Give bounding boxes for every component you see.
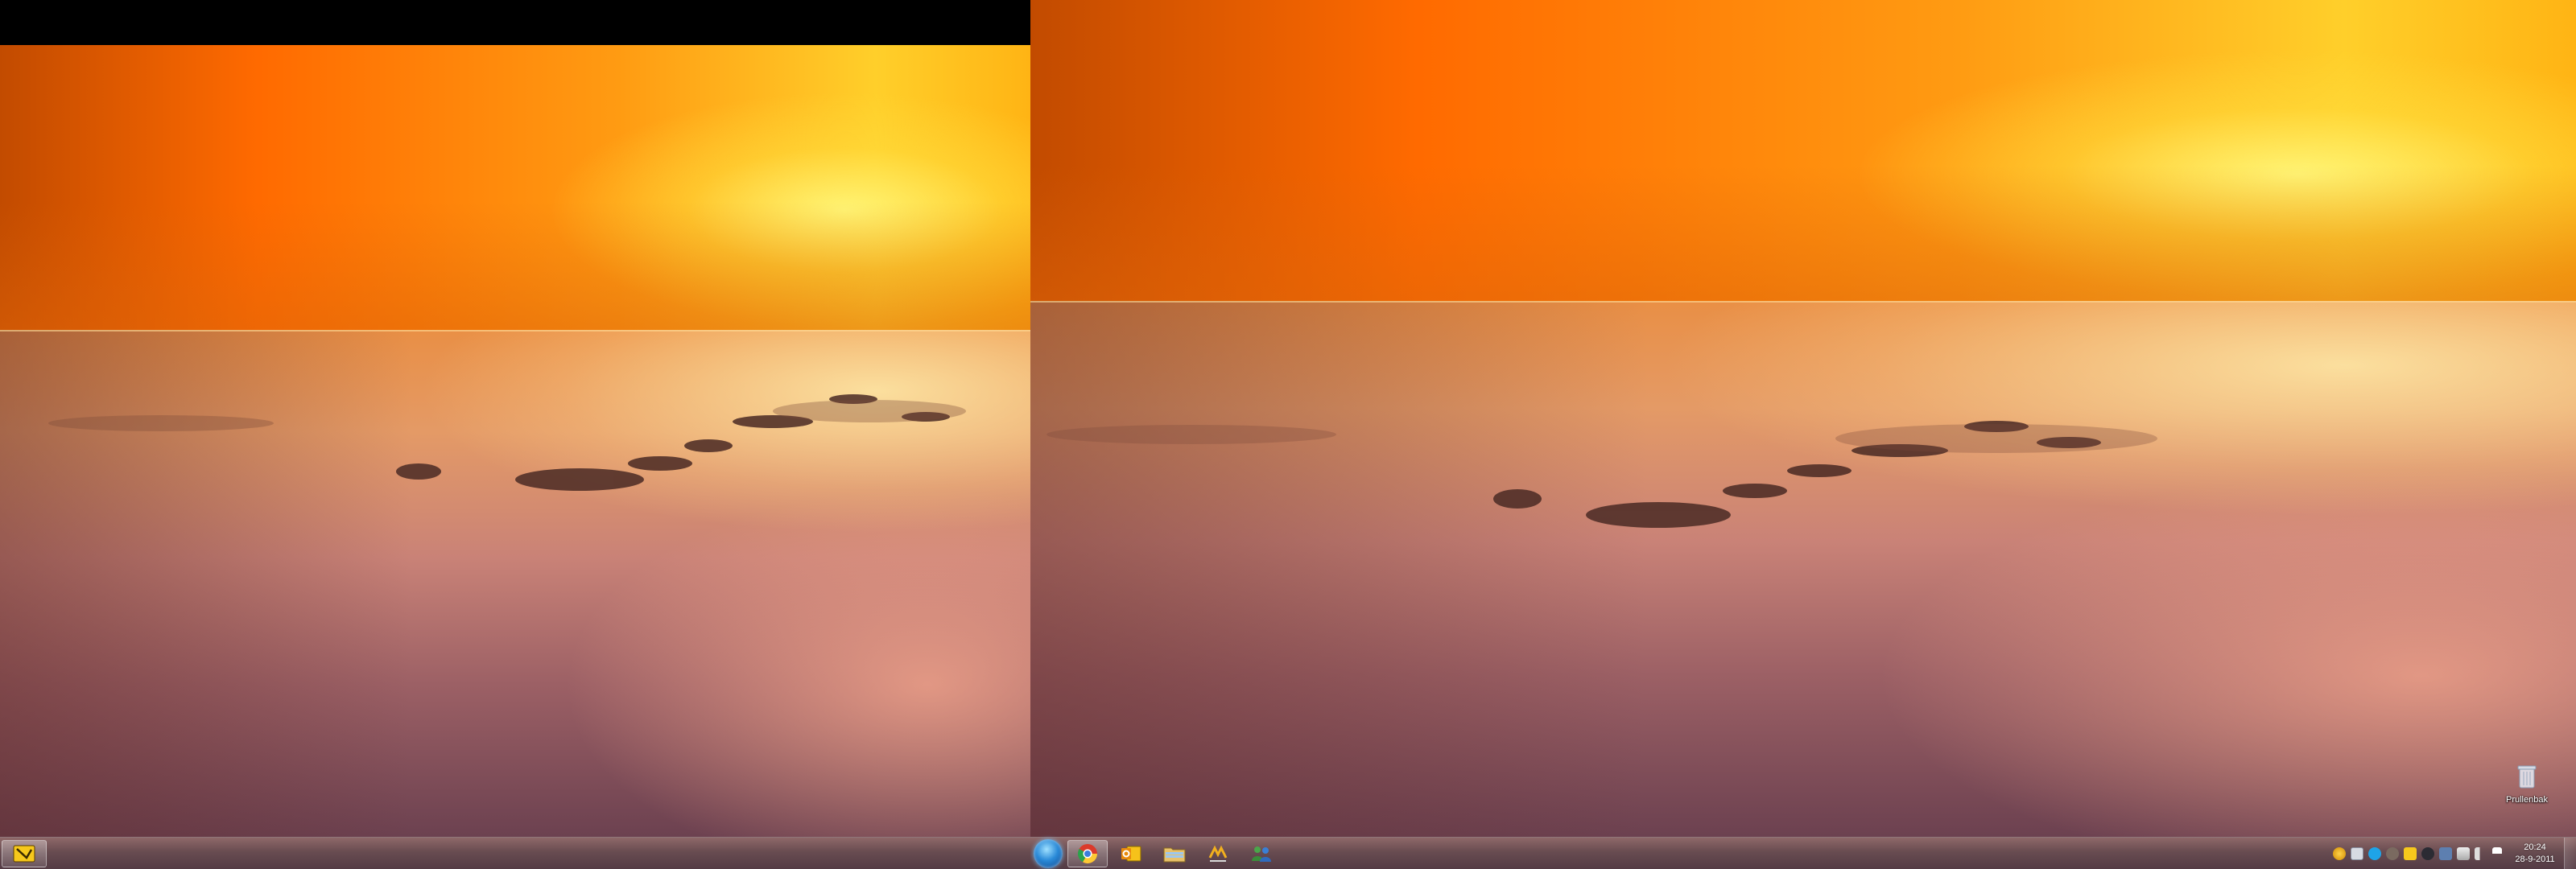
- winamp-icon: [1208, 845, 1228, 862]
- desktop-wallpaper: [0, 45, 1030, 837]
- left-monitor: [0, 0, 1030, 869]
- taskbar-left: [0, 837, 1030, 869]
- skype-icon[interactable]: [2368, 847, 2381, 860]
- right-monitor: Prullenbak 20:24 28-9-2011: [1030, 0, 2576, 869]
- chrome-icon: [1077, 844, 1097, 864]
- taskbar-clock[interactable]: 20:24 28-9-2011: [2509, 842, 2561, 866]
- action-center-flag-icon[interactable]: [2492, 847, 2502, 860]
- taskbar-right: 20:24 28-9-2011: [1030, 837, 2576, 869]
- windows-start-orb-icon[interactable]: [1034, 839, 1063, 868]
- system-tray: 20:24 28-9-2011: [2330, 838, 2576, 869]
- wallpaper-rocks: [1046, 421, 2157, 528]
- recycle-bin-icon: [2517, 765, 2537, 789]
- file-explorer-icon: [1163, 847, 1186, 863]
- desktop-icon-recycle-bin[interactable]: Prullenbak: [2499, 764, 2555, 805]
- speaker-icon[interactable]: [2475, 847, 2487, 860]
- sticky-note-icon[interactable]: [2404, 847, 2417, 860]
- clock-time: 20:24: [2524, 842, 2546, 852]
- network-icon[interactable]: [2351, 847, 2363, 860]
- display-icon[interactable]: [2439, 847, 2452, 860]
- outlook-button[interactable]: [1111, 840, 1151, 867]
- wallpaper-rocks: [48, 394, 966, 491]
- notes-app-icon: [13, 845, 35, 863]
- show-desktop-button[interactable]: [2564, 838, 2576, 869]
- messenger-icon: [1252, 846, 1271, 862]
- chrome-button[interactable]: [1067, 840, 1108, 867]
- clock-date: 28-9-2011: [2515, 855, 2555, 864]
- volume-warning-icon[interactable]: [2333, 847, 2346, 860]
- recycle-bin-label: Prullenbak: [2506, 795, 2548, 805]
- outlook-icon: [1121, 846, 1141, 862]
- notes-app-button[interactable]: [2, 840, 47, 867]
- file-explorer-button[interactable]: [1154, 840, 1195, 867]
- antivirus-icon[interactable]: [2386, 847, 2399, 860]
- winamp-button[interactable]: [1198, 840, 1238, 867]
- desktop-wallpaper: [1030, 0, 2576, 837]
- messenger-button[interactable]: [1241, 840, 1282, 867]
- dropbox-icon[interactable]: [2421, 847, 2434, 860]
- power-icon[interactable]: [2457, 847, 2470, 860]
